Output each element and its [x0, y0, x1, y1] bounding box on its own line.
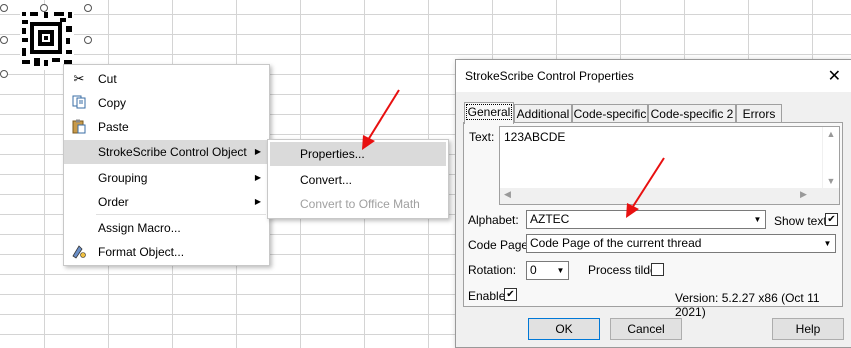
menu-item-paste[interactable]: Paste — [64, 115, 269, 139]
menu-item-label: Copy — [98, 96, 127, 110]
menu-item-label: Paste — [98, 120, 129, 134]
scroll-down-icon[interactable]: ▼ — [823, 176, 839, 186]
resize-handle[interactable] — [84, 4, 92, 12]
rotation-value: 0 — [530, 263, 537, 277]
rotation-select[interactable]: 0 ▼ — [526, 261, 569, 280]
text-label: Text: — [469, 130, 495, 144]
alphabet-select[interactable]: AZTEC ▼ — [526, 210, 766, 229]
code-page-value: Code Page of the current thread — [530, 236, 702, 250]
tab-label: Code-specific 2 — [650, 107, 734, 121]
process-tilde-label: Process tilde — [588, 263, 657, 277]
resize-handle[interactable] — [0, 4, 8, 12]
resize-handle[interactable] — [0, 70, 8, 78]
tab-errors[interactable]: Errors — [736, 104, 782, 123]
tab-code-specific-2[interactable]: Code-specific 2 — [648, 104, 736, 123]
scroll-right-icon[interactable]: ▶ — [800, 189, 807, 200]
menu-item-properties[interactable]: Properties... — [270, 142, 446, 166]
resize-handle[interactable] — [40, 4, 48, 12]
menu-item-strokescribe-control-object[interactable]: StrokeScribe Control Object ▶ — [64, 140, 269, 164]
version-text: Version: 5.2.27 x86 (Oct 11 2021) — [675, 291, 820, 319]
tab-code-specific[interactable]: Code-specific — [572, 104, 648, 123]
menu-item-label: Cut — [98, 72, 117, 86]
help-button[interactable]: Help — [772, 318, 844, 340]
menu-item-format-object[interactable]: Format Object... — [64, 240, 269, 264]
menu-item-label: Convert to Office Math — [300, 197, 420, 211]
code-page-select[interactable]: Code Page of the current thread ▼ — [526, 234, 836, 253]
resize-handle[interactable] — [0, 36, 8, 44]
text-input[interactable]: 123ABCDE ▲ ▼ ◀ ▶ — [499, 126, 840, 205]
menu-item-label: Order — [98, 195, 129, 209]
submenu-arrow-icon: ▶ — [254, 173, 261, 182]
code-page-label: Code Page: — [468, 238, 532, 252]
menu-item-order[interactable]: Order ▶ — [64, 190, 269, 214]
menu-item-cut[interactable]: ✂ Cut — [64, 67, 269, 91]
tab-label: Code-specific — [573, 107, 647, 121]
show-text-label: Show text — [774, 214, 827, 228]
properties-dialog: StrokeScribe Control Properties ✕ Genera… — [455, 59, 851, 348]
vertical-scrollbar[interactable]: ▲ ▼ — [822, 127, 839, 188]
context-menu: ✂ Cut Copy Paste StrokeScribe Control Ob… — [63, 64, 270, 266]
tab-general[interactable]: General — [464, 102, 514, 124]
tab-label: Errors — [742, 107, 776, 121]
text-value: 123ABCDE — [504, 130, 566, 144]
menu-item-grouping[interactable]: Grouping ▶ — [64, 166, 269, 190]
enable-checkbox[interactable]: ✔ — [504, 288, 517, 301]
alphabet-value: AZTEC — [530, 212, 570, 226]
submenu-arrow-icon: ▶ — [254, 197, 261, 206]
copy-icon — [70, 95, 88, 111]
menu-separator — [96, 214, 266, 215]
rotation-label: Rotation: — [468, 263, 517, 277]
process-tilde-checkbox[interactable] — [651, 263, 664, 276]
scroll-up-icon[interactable]: ▲ — [823, 129, 839, 139]
resize-handle[interactable] — [84, 36, 92, 44]
horizontal-scrollbar[interactable]: ◀ ▶ — [500, 188, 839, 204]
show-text-checkbox[interactable]: ✔ — [825, 213, 838, 226]
enable-label: Enable — [468, 289, 506, 303]
menu-item-label: Grouping — [98, 171, 148, 185]
submenu-arrow-icon: ▶ — [254, 147, 261, 156]
dialog-title: StrokeScribe Control Properties — [465, 69, 634, 83]
tab-label: General — [465, 104, 513, 120]
menu-item-copy[interactable]: Copy — [64, 91, 269, 115]
chevron-down-icon[interactable]: ▼ — [750, 211, 765, 228]
alphabet-label: Alphabet: — [468, 213, 519, 227]
tab-additional[interactable]: Additional — [514, 104, 572, 123]
scissors-icon: ✂ — [73, 71, 85, 86]
dialog-titlebar[interactable]: StrokeScribe Control Properties ✕ — [456, 60, 851, 92]
format-object-icon — [70, 244, 88, 260]
tab-label: Additional — [516, 107, 570, 121]
menu-item-label: StrokeScribe Control Object — [98, 145, 247, 159]
menu-item-convert[interactable]: Convert... — [270, 168, 446, 192]
scroll-left-icon[interactable]: ◀ — [504, 189, 511, 200]
chevron-down-icon[interactable]: ▼ — [553, 262, 568, 279]
menu-item-assign-macro[interactable]: Assign Macro... — [64, 216, 269, 240]
close-icon[interactable]: ✕ — [828, 66, 841, 86]
ok-button[interactable]: OK — [528, 318, 600, 340]
menu-item-convert-to-office-math: Convert to Office Math — [270, 192, 446, 216]
paste-icon — [70, 119, 88, 135]
menu-item-label: Properties... — [300, 147, 365, 161]
cancel-button[interactable]: Cancel — [610, 318, 682, 340]
menu-item-label: Format Object... — [98, 245, 185, 259]
menu-item-label: Convert... — [300, 173, 353, 187]
chevron-down-icon[interactable]: ▼ — [820, 235, 835, 252]
submenu: Properties... Convert... Convert to Offi… — [267, 139, 449, 219]
menu-item-label: Assign Macro... — [98, 221, 181, 235]
